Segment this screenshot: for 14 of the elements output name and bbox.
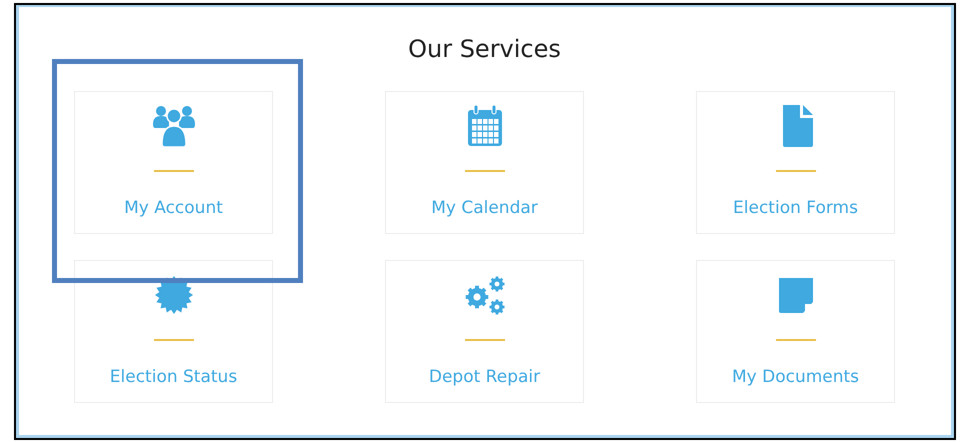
- service-label: Election Status: [110, 367, 238, 387]
- service-label: Depot Repair: [428, 367, 540, 387]
- service-label: My Documents: [732, 367, 860, 387]
- service-card[interactable]: Election Status: [74, 260, 273, 403]
- users-icon: [152, 104, 196, 148]
- service-card[interactable]: My Calendar: [385, 91, 584, 234]
- service-card[interactable]: Election Forms: [696, 91, 895, 234]
- service-label: Election Forms: [733, 198, 858, 218]
- service-card[interactable]: Depot Repair: [385, 260, 584, 403]
- service-card[interactable]: My Account: [74, 91, 273, 234]
- service-label: My Account: [124, 198, 223, 218]
- service-label: My Calendar: [431, 198, 538, 218]
- service-card[interactable]: My Documents: [696, 260, 895, 403]
- section-title: Our Services: [407, 37, 562, 61]
